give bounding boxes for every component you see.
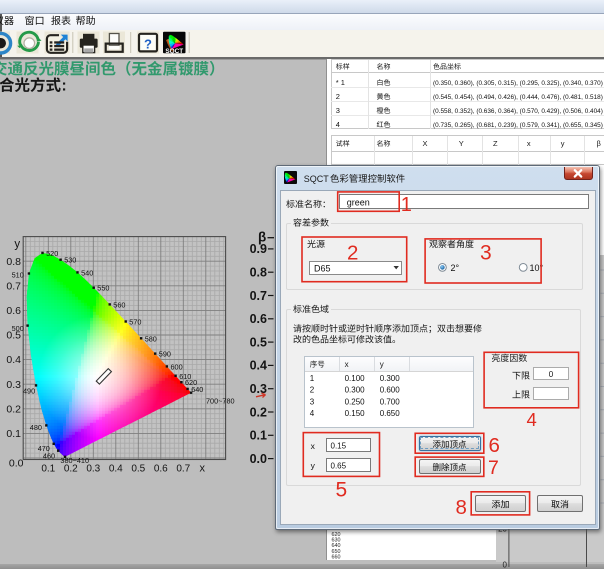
svg-text:0.4: 0.4 xyxy=(109,463,123,474)
svg-text:0.1: 0.1 xyxy=(6,428,21,440)
svg-text:D65: D65 xyxy=(314,263,331,273)
svg-text:0.15: 0.15 xyxy=(331,442,347,451)
svg-text:8: 8 xyxy=(456,496,467,519)
svg-text:0.6: 0.6 xyxy=(154,463,168,474)
svg-text:(0.558, 0.352), (0.636, 0.364): (0.558, 0.352), (0.636, 0.364), (0.570, … xyxy=(433,108,603,115)
svg-text:550: 550 xyxy=(97,284,109,293)
svg-text:520: 520 xyxy=(46,249,58,258)
svg-text:x: x xyxy=(311,441,316,451)
svg-text::: : xyxy=(62,77,67,94)
svg-text:4: 4 xyxy=(310,409,315,418)
svg-text:540: 540 xyxy=(81,268,93,277)
svg-text:x: x xyxy=(527,139,531,148)
svg-text:1: 1 xyxy=(310,374,315,383)
svg-text:β: β xyxy=(597,139,602,148)
svg-text:1: 1 xyxy=(401,194,412,216)
svg-text:2: 2 xyxy=(310,386,315,395)
svg-text:Z: Z xyxy=(493,139,498,148)
svg-text:x: x xyxy=(345,360,349,369)
svg-text:0.700: 0.700 xyxy=(380,397,401,406)
svg-text:0.150: 0.150 xyxy=(345,409,366,418)
svg-text:0.2: 0.2 xyxy=(64,463,78,474)
svg-text:2: 2 xyxy=(336,92,340,101)
svg-text:(0.545, 0.454), (0.494, 0.426): (0.545, 0.454), (0.494, 0.426), (0.444, … xyxy=(433,94,603,101)
svg-text:0.3: 0.3 xyxy=(6,379,21,391)
svg-text:0.9: 0.9 xyxy=(250,242,267,256)
svg-text:590: 590 xyxy=(159,350,171,359)
svg-text:3: 3 xyxy=(310,397,315,406)
svg-text:530: 530 xyxy=(64,256,76,265)
svg-text:580: 580 xyxy=(145,334,157,343)
svg-text:4: 4 xyxy=(527,409,537,430)
svg-text:0: 0 xyxy=(549,370,554,379)
svg-text:0.65: 0.65 xyxy=(331,461,347,470)
svg-text:0.2: 0.2 xyxy=(250,405,267,419)
svg-text:y: y xyxy=(311,461,316,471)
svg-text:0.6: 0.6 xyxy=(250,312,267,326)
svg-text:y: y xyxy=(380,360,384,369)
svg-text:0.600: 0.600 xyxy=(380,386,401,395)
svg-text:0.4: 0.4 xyxy=(6,354,21,366)
svg-text:6: 6 xyxy=(489,434,500,457)
svg-text:y: y xyxy=(14,239,20,251)
svg-text:0.8: 0.8 xyxy=(6,256,21,268)
svg-text:0.6: 0.6 xyxy=(6,305,21,317)
svg-text:460: 460 xyxy=(43,452,55,461)
svg-text:3: 3 xyxy=(480,241,492,264)
svg-text:0.250: 0.250 xyxy=(345,397,366,406)
svg-text:480: 480 xyxy=(30,423,42,432)
svg-text:0.2: 0.2 xyxy=(6,403,21,415)
svg-text:0.7: 0.7 xyxy=(6,280,21,292)
svg-text:* 1: * 1 xyxy=(336,78,345,87)
svg-text:green: green xyxy=(347,197,370,207)
svg-text:0: 0 xyxy=(503,561,508,569)
svg-text:2: 2 xyxy=(347,242,358,265)
svg-text:0.300: 0.300 xyxy=(380,374,401,383)
svg-text:7: 7 xyxy=(488,457,499,479)
svg-text:0.1: 0.1 xyxy=(41,463,55,474)
svg-text:0.1: 0.1 xyxy=(250,429,267,443)
svg-text:3: 3 xyxy=(336,106,340,115)
svg-text:700~780: 700~780 xyxy=(206,397,235,406)
svg-text:600: 600 xyxy=(171,362,183,371)
svg-text:y: y xyxy=(561,139,565,148)
svg-text:0.3: 0.3 xyxy=(86,463,100,474)
svg-text:x: x xyxy=(200,462,206,474)
svg-text:0.650: 0.650 xyxy=(380,409,401,418)
svg-text:4: 4 xyxy=(336,120,340,129)
svg-text:0.0: 0.0 xyxy=(250,452,267,466)
svg-text:(0.350, 0.360), (0.305, 0.315): (0.350, 0.360), (0.305, 0.315), (0.295, … xyxy=(433,80,603,87)
svg-text:SQCT: SQCT xyxy=(165,48,183,55)
svg-text:0.300: 0.300 xyxy=(345,386,366,395)
svg-text:5: 5 xyxy=(336,479,348,502)
svg-text:0.8: 0.8 xyxy=(250,266,267,280)
svg-text:0.7: 0.7 xyxy=(176,463,190,474)
svg-text:?: ? xyxy=(144,36,152,51)
svg-text:570: 570 xyxy=(129,318,141,327)
svg-text:0.5: 0.5 xyxy=(250,335,267,349)
svg-text:(0.735, 0.265), (0.681, 0.239): (0.735, 0.265), (0.681, 0.239), (0.579, … xyxy=(433,122,603,129)
svg-text:0.5: 0.5 xyxy=(6,330,21,342)
svg-text:490: 490 xyxy=(23,387,35,396)
svg-text:X: X xyxy=(423,139,428,148)
svg-text:0.100: 0.100 xyxy=(345,374,366,383)
svg-text:SQCT: SQCT xyxy=(304,174,330,184)
svg-text:640: 640 xyxy=(191,385,203,394)
svg-text:Y: Y xyxy=(459,139,464,148)
svg-text:2°: 2° xyxy=(451,263,460,273)
svg-text:0.0: 0.0 xyxy=(9,458,24,470)
svg-text:660: 660 xyxy=(332,554,341,560)
svg-text:0.4: 0.4 xyxy=(250,359,267,373)
svg-text:0.7: 0.7 xyxy=(250,289,267,303)
svg-text:510: 510 xyxy=(12,271,24,280)
svg-text:0.5: 0.5 xyxy=(131,463,145,474)
svg-text:560: 560 xyxy=(113,300,125,309)
